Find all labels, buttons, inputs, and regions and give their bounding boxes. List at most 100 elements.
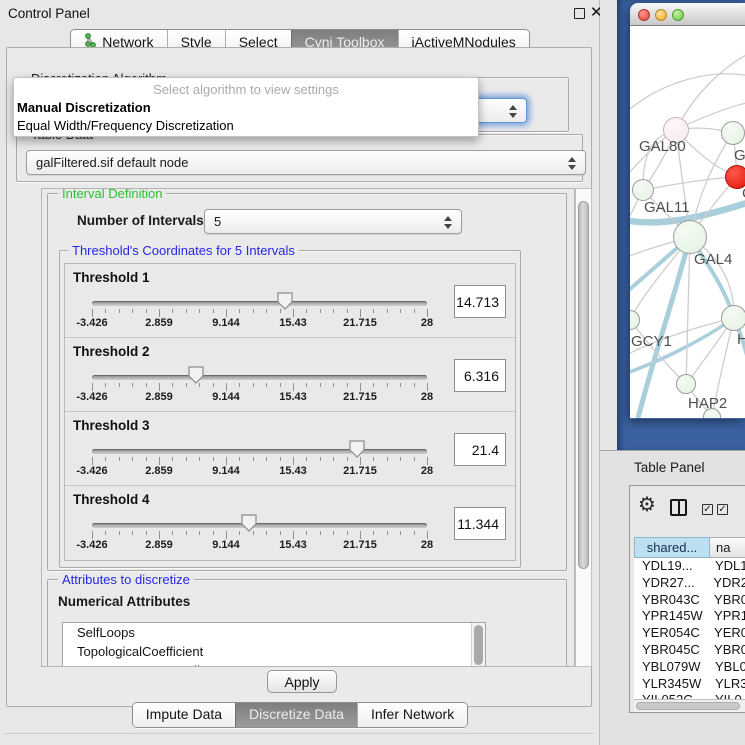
thresholds-group-label: Threshold's Coordinates for 5 Intervals [68,243,299,258]
table-cell: YBL079W [634,659,710,676]
attribute-items: SelfLoopsTopologicalCoefficientBetweenne… [63,623,485,667]
tick-mark [347,309,348,313]
checkbox-icon[interactable]: ✓ [717,504,728,515]
slider-track[interactable] [92,523,427,528]
attribute-list-item[interactable]: SelfLoops [63,623,485,642]
numerical-attributes-list[interactable]: SelfLoopsTopologicalCoefficientBetweenne… [62,622,486,667]
tick-mark [132,457,133,461]
slider-handle[interactable] [188,366,204,384]
table-cell: YLR345W [634,676,710,693]
table-horizontal-scrollbar[interactable] [634,699,745,712]
dropdown-option-equal-width[interactable]: Equal Width/Frequency Discretization [17,118,234,133]
threshold-value-input[interactable] [454,433,506,466]
checkbox-icon[interactable]: ✓ [702,504,713,515]
tick-label: 21.715 [343,317,377,329]
slider-track[interactable] [92,301,427,306]
node-label: GAL4 [694,251,732,268]
tick-mark [414,383,415,387]
tab-infer-network[interactable]: Infer Network [357,703,467,727]
node-hap2[interactable] [676,374,696,394]
scrollbar-thumb[interactable] [474,625,483,665]
slider-handle[interactable] [349,440,365,458]
tick-mark [414,531,415,535]
num-intervals-combo[interactable]: 5 [204,209,462,234]
node-gal-partial[interactable] [721,121,745,145]
node-gal4[interactable] [673,220,707,254]
tick-mark [360,531,361,539]
attribute-list-item[interactable]: BetweennessCentrality [63,661,485,667]
threshold-label: Threshold 4 [73,492,150,507]
tab-label: Infer Network [371,706,454,723]
table-cell: YDR2 [708,575,745,592]
table-row[interactable]: YBR045CYBR0 [634,642,745,659]
num-intervals-label: Number of Intervals [77,213,204,228]
tick-mark [119,457,120,461]
dropdown-option-manual[interactable]: Manual Discretization [17,100,151,115]
tick-mark [226,531,227,539]
table-cell: YBR0 [709,592,745,609]
tick-label: 2.859 [145,391,173,403]
num-intervals-value: 5 [214,214,221,229]
table-data-combo[interactable]: galFiltered.sif default node [26,150,586,175]
threshold-value-input[interactable] [454,285,506,318]
network-window-titlebar[interactable] [630,3,745,26]
attribute-list-item[interactable]: TopologicalCoefficient [63,642,485,661]
table-row[interactable]: YER054CYER0 [634,625,745,642]
control-panel: Control Panel ✕ NetworkStyleSelectCyni T… [0,0,600,745]
table-column-header[interactable]: na [710,537,745,558]
scrollbar-thumb[interactable] [636,702,740,710]
slider-track[interactable] [92,375,427,380]
tick-mark [186,531,187,535]
tick-mark [373,309,374,313]
algorithm-dropdown-popup: Select algorithm to view settings Manual… [13,77,479,137]
tick-mark [213,457,214,461]
table-column-header[interactable]: shared... [634,537,710,558]
apply-button[interactable]: Apply [267,670,337,693]
node-gal11[interactable] [632,179,654,201]
close-traffic-light-icon[interactable] [638,9,650,21]
tick-mark [387,531,388,535]
tick-label: 9.144 [212,391,240,403]
slider-handle[interactable] [277,292,293,310]
tick-mark [119,383,120,387]
split-columns-icon[interactable] [670,499,687,516]
tick-mark [226,457,227,465]
attributes-scrollbar[interactable] [471,623,485,667]
table-row[interactable]: YIL052CYIL0 [634,692,745,699]
table-row[interactable]: YLR345WYLR3 [634,676,745,693]
tick-label: 2.859 [145,539,173,551]
table-cell: YIL052C [634,692,710,699]
table-row[interactable]: YBR043CYBR0 [634,592,745,609]
tab-discretize-data[interactable]: Discretize Data [235,703,357,727]
tick-mark [427,531,428,539]
table-row[interactable]: YDR27...YDR2 [634,575,745,592]
threshold-value-input[interactable] [454,359,506,392]
node-h-partial[interactable] [721,305,745,331]
main-scrollbar[interactable] [575,188,592,667]
zoom-traffic-light-icon[interactable] [672,9,684,21]
scrollbar-thumb[interactable] [578,201,589,569]
slider-track[interactable] [92,449,427,454]
right-region: GAL80GACGAL11GAL4GCY1HHAP2 Table Panel ⚙… [600,0,745,745]
network-canvas[interactable]: GAL80GACGAL11GAL4GCY1HHAP2 [630,26,745,418]
tick-mark [172,309,173,313]
panel-title: Control Panel [8,6,90,21]
tab-impute-data[interactable]: Impute Data [133,703,235,727]
table-row[interactable]: YBL079WYBL0 [634,659,745,676]
table-rows: YDL19...YDL1YDR27...YDR2YBR043CYBR0YPR14… [634,558,745,699]
float-window-icon[interactable] [574,8,585,19]
gear-icon[interactable]: ⚙ [638,495,656,515]
slider-handle[interactable] [241,514,257,532]
tick-mark [172,531,173,535]
table-row[interactable]: YPR145WYPR1 [634,608,745,625]
threshold-value-input[interactable] [454,507,506,540]
node-label: HAP2 [688,395,727,412]
combo-stepper-icon [444,215,453,230]
threshold-row: Threshold 3-3.4262.8599.14415.4321.71528 [65,412,515,486]
table-row[interactable]: YDL19...YDL1 [634,558,745,575]
attributes-group-label: Attributes to discretize [58,572,194,587]
dropdown-hint: Select algorithm to view settings [14,82,478,97]
minimize-traffic-light-icon[interactable] [655,9,667,21]
tick-label: 9.144 [212,465,240,477]
tick-mark [199,457,200,461]
